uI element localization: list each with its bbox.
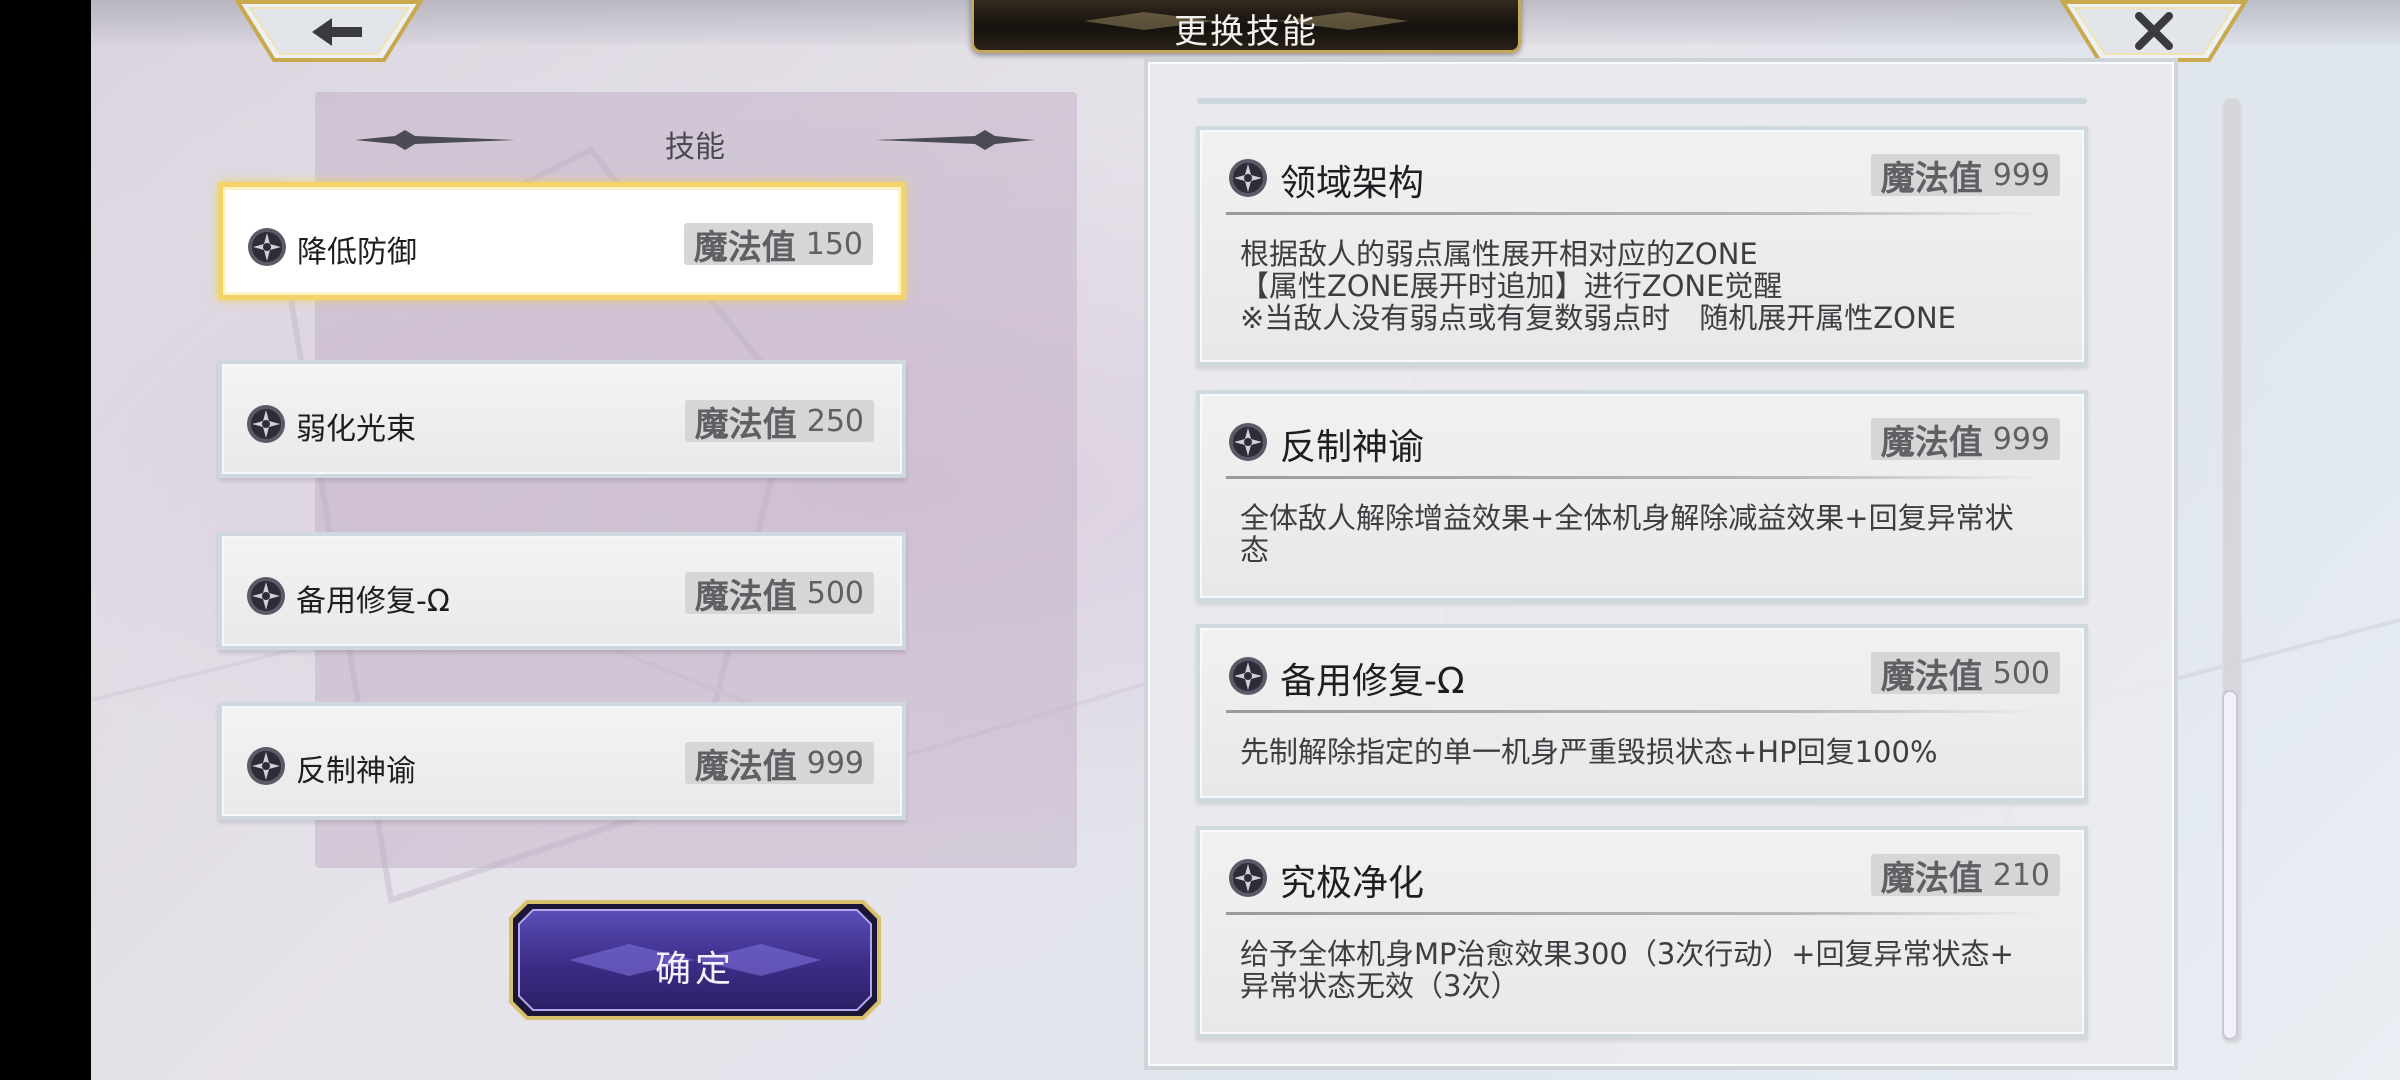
skill-card-name: 反制神谕 xyxy=(1280,427,1425,468)
skill-card-description: 根据敌人的弱点属性展开相对应的ZONE 【属性ZONE展开时追加】进行ZONE觉… xyxy=(1240,237,1957,335)
skill-card-name: 领域架构 xyxy=(1280,163,1425,204)
skill-slot-2[interactable]: 弱化光束 魔法值 250 xyxy=(218,360,906,478)
back-button[interactable] xyxy=(234,0,424,64)
mp-cost-badge: 魔法值 999 xyxy=(1870,154,2060,199)
mp-label: 魔法值 xyxy=(693,227,796,268)
mp-cost-badge: 魔法值 250 xyxy=(684,400,874,445)
mp-value: 999 xyxy=(806,745,864,781)
skill-gear-icon xyxy=(247,405,285,443)
skill-gear-icon xyxy=(247,747,285,785)
mp-cost-badge: 魔法值 500 xyxy=(1870,652,2060,697)
close-button[interactable] xyxy=(2059,0,2249,64)
skill-gear-icon xyxy=(248,228,286,266)
list-top-divider xyxy=(1197,98,2087,104)
skill-slot-name: 反制神谕 xyxy=(296,754,416,789)
skill-slot-1[interactable]: 降低防御 魔法值 150 xyxy=(218,182,906,300)
mp-value: 999 xyxy=(1992,157,2050,193)
mp-label: 魔法值 xyxy=(1880,422,1983,463)
mp-value: 500 xyxy=(1992,655,2050,691)
skill-card-2[interactable]: 反制神谕 魔法值 999 全体敌人解除增益效果+全体机身解除减益效果+回复异常状… xyxy=(1196,390,2088,602)
mp-label: 魔法值 xyxy=(694,576,797,617)
skill-list-panel[interactable]: 领域架构 魔法值 999 根据敌人的弱点属性展开相对应的ZONE 【属性ZONE… xyxy=(1144,58,2178,1070)
skills-heading: 技能 xyxy=(665,130,725,165)
mp-value: 999 xyxy=(1992,421,2050,457)
skill-card-description: 全体敌人解除增益效果+全体机身解除减益效果+回复异常状 态 xyxy=(1240,501,2014,567)
skill-slot-name: 弱化光束 xyxy=(296,412,416,447)
game-screen: 更换技能 技能 降低防御 魔法值 150 弱化光束 魔法值 250 备用修复-Ω… xyxy=(91,0,2400,1080)
arrow-left-icon xyxy=(234,0,424,62)
skill-slot-name: 备用修复-Ω xyxy=(296,584,450,619)
skill-card-name: 备用修复-Ω xyxy=(1280,661,1465,702)
mp-value: 150 xyxy=(805,226,863,262)
confirm-label: 确定 xyxy=(654,949,735,990)
mp-cost-badge: 魔法值 500 xyxy=(684,572,874,617)
mp-value: 500 xyxy=(806,575,864,611)
confirm-button[interactable]: 确定 xyxy=(509,900,881,1020)
scrollbar-thumb[interactable] xyxy=(2222,690,2238,1040)
page-title: 更换技能 xyxy=(1174,12,1318,52)
mp-label: 魔法值 xyxy=(694,746,797,787)
skill-card-1[interactable]: 领域架构 魔法值 999 根据敌人的弱点属性展开相对应的ZONE 【属性ZONE… xyxy=(1196,126,2088,366)
card-divider xyxy=(1226,710,2044,713)
mp-label: 魔法值 xyxy=(1880,858,1983,899)
skill-card-description: 先制解除指定的单一机身严重毁损状态+HP回复100% xyxy=(1240,735,1938,769)
mp-label: 魔法值 xyxy=(1880,656,1983,697)
skill-gear-icon xyxy=(1229,859,1267,897)
card-divider xyxy=(1226,912,2044,915)
skills-header: 技能 xyxy=(355,118,1035,165)
skill-slot-name: 降低防御 xyxy=(297,235,417,270)
mp-label: 魔法值 xyxy=(694,404,797,445)
skill-card-description: 给予全体机身MP治愈效果300（3次行动）+回复异常状态+ 异常状态无效（3次） xyxy=(1240,937,2014,1003)
skill-gear-icon xyxy=(1229,423,1267,461)
mp-cost-badge: 魔法值 210 xyxy=(1870,854,2060,899)
skill-gear-icon xyxy=(247,577,285,615)
close-x-icon xyxy=(2059,0,2249,62)
skill-gear-icon xyxy=(1229,657,1267,695)
skill-gear-icon xyxy=(1229,159,1267,197)
skill-card-4[interactable]: 究极净化 魔法值 210 给予全体机身MP治愈效果300（3次行动）+回复异常状… xyxy=(1196,826,2088,1038)
skill-card-name: 究极净化 xyxy=(1280,863,1425,904)
mp-value: 210 xyxy=(1992,857,2050,893)
skill-slot-4[interactable]: 反制神谕 魔法值 999 xyxy=(218,702,906,820)
skill-card-3[interactable]: 备用修复-Ω 魔法值 500 先制解除指定的单一机身严重毁损状态+HP回复100… xyxy=(1196,624,2088,802)
card-divider xyxy=(1226,476,2044,479)
title-plate: 更换技能 xyxy=(971,0,1521,53)
mp-cost-badge: 魔法值 999 xyxy=(684,742,874,787)
skill-slot-3[interactable]: 备用修复-Ω 魔法值 500 xyxy=(218,532,906,650)
mp-label: 魔法值 xyxy=(1880,158,1983,199)
mp-cost-badge: 魔法值 999 xyxy=(1870,418,2060,463)
mp-value: 250 xyxy=(806,403,864,439)
card-divider xyxy=(1226,212,2044,215)
mp-cost-badge: 魔法值 150 xyxy=(683,223,873,268)
